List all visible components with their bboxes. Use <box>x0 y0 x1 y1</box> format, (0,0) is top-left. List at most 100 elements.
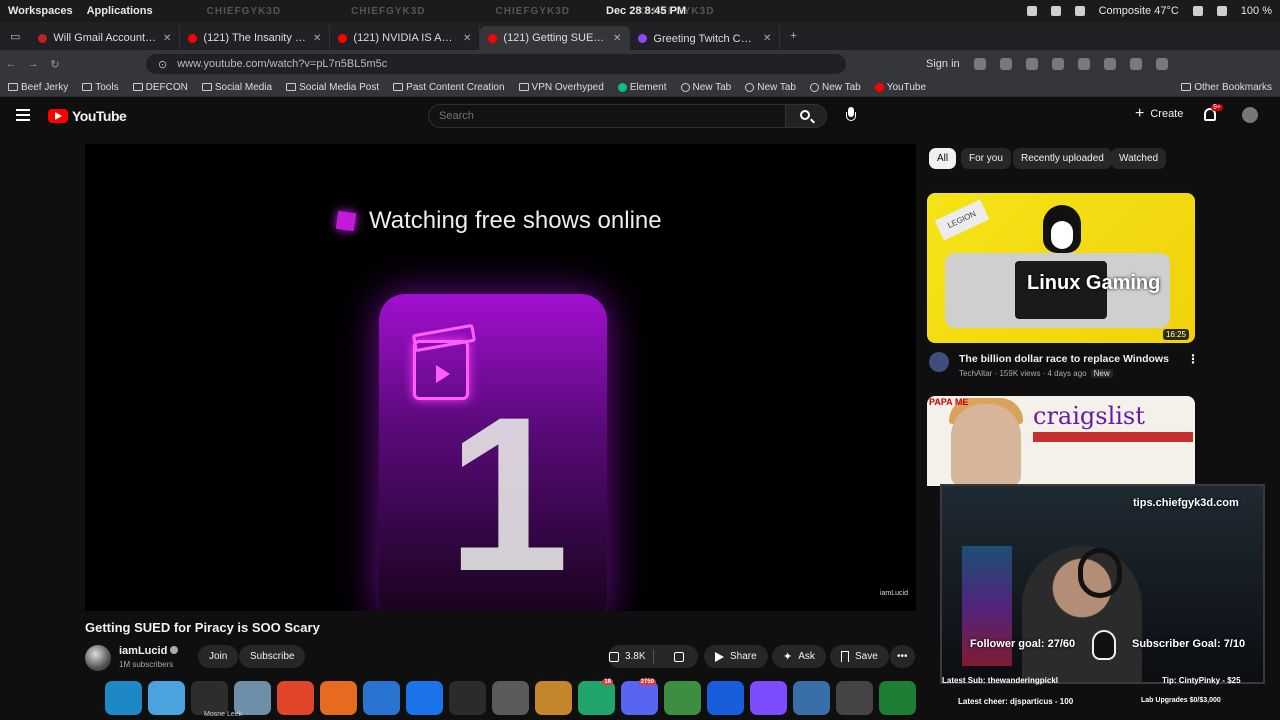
battery-readout[interactable]: 100 % <box>1241 5 1272 17</box>
terminal-icon[interactable] <box>449 681 486 715</box>
android-icon[interactable] <box>664 681 701 715</box>
tab-label: Will Gmail Account Change <box>53 32 157 44</box>
network-icon[interactable] <box>1074 6 1085 16</box>
chip-recently-uploaded[interactable]: Recently uploaded <box>1013 148 1112 169</box>
archive-icon[interactable] <box>535 681 572 715</box>
close-icon[interactable]: ✕ <box>463 33 471 44</box>
extension-icon[interactable] <box>973 58 986 70</box>
browser-tab-active[interactable]: (121) Getting SUED for Piracy ✕ <box>480 26 631 50</box>
account-avatar[interactable] <box>1242 107 1258 123</box>
bookmark-folder[interactable]: Social Media <box>201 82 272 93</box>
bookmark-link[interactable]: New Tab <box>745 82 796 93</box>
channel-avatar[interactable] <box>929 352 949 372</box>
close-icon[interactable]: ✕ <box>313 33 321 44</box>
settings-icon[interactable] <box>492 681 529 715</box>
tab-list-icon[interactable]: ▭ <box>0 30 30 43</box>
url-bar[interactable]: ⊙ www.youtube.com/watch?v=pL7n5BL5m5c <box>146 54 846 74</box>
discord-icon[interactable]: 2750 <box>621 679 658 715</box>
bookmark-folder[interactable]: VPN Overhyped <box>518 81 604 93</box>
bookmark-folder[interactable]: Past Content Creation <box>393 82 505 93</box>
youtube-logo[interactable]: YouTube <box>48 108 127 124</box>
clock[interactable]: Dec 28 8:45 PM <box>606 5 686 17</box>
ask-button[interactable]: ✦ Ask <box>772 645 826 668</box>
bookmark-link[interactable]: New Tab <box>809 82 861 93</box>
bookmark-folder[interactable]: DEFCON <box>132 82 188 93</box>
more-vertical-icon[interactable]: ⋮ <box>1187 352 1199 366</box>
save-button[interactable]: Save <box>830 645 889 668</box>
extension-icon[interactable] <box>1129 58 1142 70</box>
spreadsheet-icon[interactable] <box>879 681 916 715</box>
chrome-icon[interactable] <box>406 681 443 715</box>
forward-icon[interactable]: → <box>22 58 44 70</box>
back-icon[interactable]: ← <box>0 58 22 70</box>
extension-icon[interactable] <box>1051 58 1064 70</box>
bitwarden-icon[interactable] <box>707 681 744 715</box>
bookmark-link[interactable]: Element <box>617 82 667 93</box>
chip-for-you[interactable]: For you <box>961 148 1011 169</box>
bookmark-label: VPN Overhyped <box>531 81 604 93</box>
sync-icon[interactable]: 18 <box>578 679 615 715</box>
subscribe-button[interactable]: Subscribe <box>239 645 306 668</box>
reload-icon[interactable]: ↻ <box>44 58 66 71</box>
video-player[interactable]: Watching free shows online 1 iamLucid <box>85 144 916 611</box>
browser-tab[interactable]: (121) The Insanity of Tesla C ✕ <box>180 26 331 50</box>
site-info-icon[interactable]: ⊙ <box>158 58 167 71</box>
globe-icon <box>745 82 755 92</box>
clipboard-icon[interactable] <box>1192 6 1203 16</box>
close-icon[interactable]: ✕ <box>763 33 771 44</box>
recommendation-thumbnail[interactable]: LEGION Linux Gaming 16:25 <box>927 193 1195 343</box>
apps-grid-icon[interactable] <box>191 681 228 715</box>
close-icon[interactable]: ✕ <box>163 33 171 44</box>
channel-name[interactable]: TechAltar <box>959 369 992 378</box>
browser-tab[interactable]: Will Gmail Account Change ✕ <box>30 26 181 50</box>
extension-icon[interactable] <box>1025 58 1038 70</box>
browser-tab[interactable]: (121) NVIDIA IS ABANDONING ✕ <box>330 26 481 50</box>
new-tab-button[interactable]: + <box>780 30 806 42</box>
bookmark-folder[interactable]: Social Media Post <box>286 82 379 93</box>
search-icon[interactable] <box>105 681 142 715</box>
brave-icon[interactable] <box>277 681 314 715</box>
files-icon[interactable] <box>148 681 185 715</box>
like-button[interactable]: 3.8K <box>608 645 647 668</box>
extension-icon[interactable] <box>1155 58 1168 70</box>
create-button[interactable]: + Create <box>1135 106 1183 122</box>
browser-tab[interactable]: Greeting Twitch Chat 👋 · C ✕ <box>630 26 781 50</box>
other-bookmarks-folder[interactable]: Other Bookmarks <box>1181 82 1272 93</box>
bookmark-folder[interactable]: Beef Jerky <box>8 82 68 93</box>
volume-icon[interactable] <box>1216 6 1227 16</box>
share-icon <box>715 651 724 662</box>
close-icon[interactable]: ✕ <box>613 33 621 44</box>
channel-name[interactable]: iamLucid <box>119 645 179 657</box>
hamburger-menu-icon[interactable] <box>16 109 30 121</box>
extension-icon[interactable] <box>1077 58 1090 70</box>
bookmark-link[interactable]: YouTube <box>874 82 926 93</box>
voice-search-button[interactable] <box>845 107 857 125</box>
tray-app-icon[interactable] <box>1026 6 1037 16</box>
search-input[interactable] <box>428 104 786 128</box>
extension-icon[interactable] <box>1103 58 1116 70</box>
mixer-icon[interactable] <box>836 681 873 715</box>
dislike-button[interactable] <box>660 645 699 668</box>
workspaces-menu[interactable]: Workspaces <box>0 5 81 17</box>
bookmark-link[interactable]: New Tab <box>680 82 731 93</box>
chip-watched[interactable]: Watched <box>1111 148 1167 169</box>
audio-icon[interactable] <box>793 681 830 715</box>
sign-in-button[interactable]: Sign in <box>926 58 960 70</box>
recommendation-thumbnail[interactable]: PAPA ME craigslist <box>927 396 1195 486</box>
extension-icon[interactable] <box>999 58 1012 70</box>
firefox-icon[interactable] <box>320 681 357 715</box>
share-button[interactable]: Share <box>704 645 768 668</box>
folder-icon[interactable] <box>234 681 271 715</box>
search-button[interactable] <box>786 104 827 128</box>
join-button[interactable]: Join <box>198 645 239 668</box>
thunderbird-icon[interactable] <box>363 681 400 715</box>
applications-menu[interactable]: Applications <box>81 5 159 17</box>
bookmark-folder[interactable]: Tools <box>82 82 119 93</box>
obsidian-icon[interactable] <box>750 681 787 715</box>
chip-all[interactable]: All <box>929 148 957 169</box>
tray-app-icon[interactable] <box>1050 6 1061 16</box>
more-actions-button[interactable]: ••• <box>890 645 915 668</box>
channel-avatar[interactable] <box>85 645 111 671</box>
temperature-readout[interactable]: Composite 47°C <box>1099 5 1179 17</box>
recommendation-title[interactable]: The billion dollar race to replace Windo… <box>959 353 1179 365</box>
